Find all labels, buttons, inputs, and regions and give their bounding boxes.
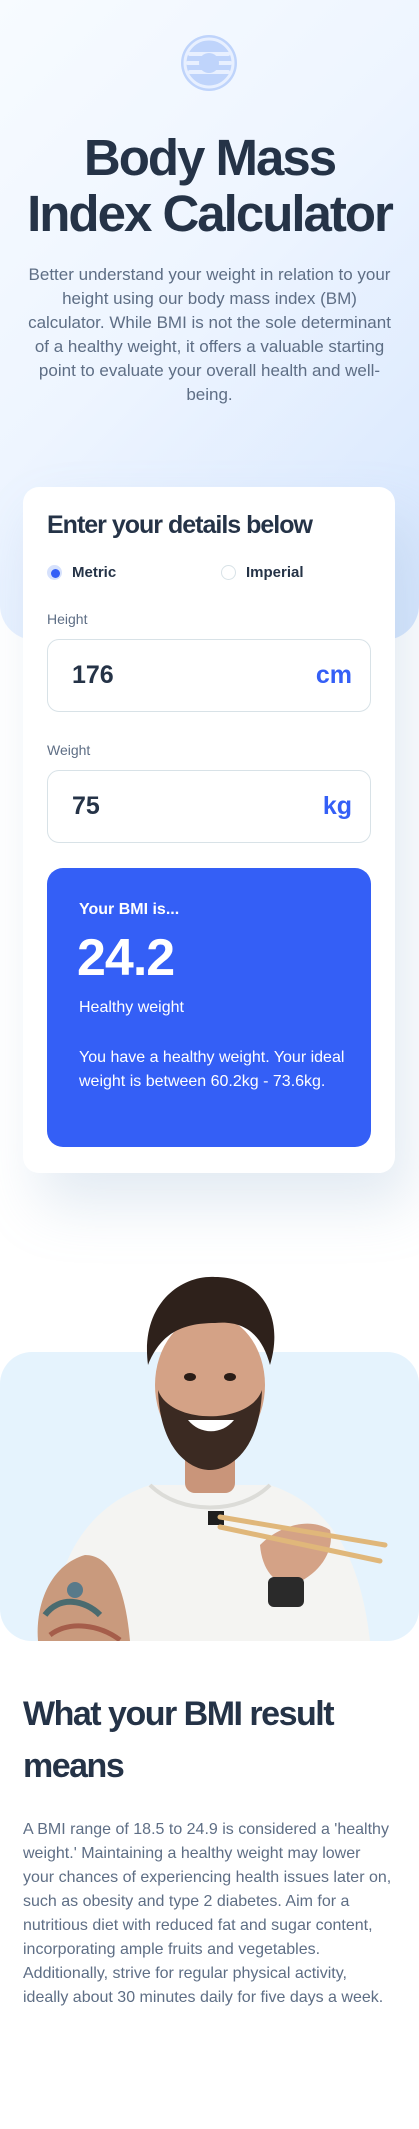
metric-radio-button[interactable] — [47, 565, 62, 580]
height-input[interactable]: 176 cm — [47, 639, 371, 712]
hero-description: Better understand your weight in relatio… — [28, 265, 391, 404]
bmi-result-panel: Your BMI is... 24.2 Healthy weight You h… — [47, 868, 371, 1147]
bmi-meaning-text: A BMI range of 18.5 to 24.9 is considere… — [23, 1821, 392, 2006]
result-description: You have a healthy weight. Your ideal we… — [79, 1049, 345, 1090]
weight-value: 75 — [72, 792, 100, 820]
weight-unit: kg — [322, 792, 352, 820]
weight-label: Weight — [47, 742, 91, 758]
page-title: Body Mass Index Calculator — [27, 129, 394, 242]
bmi-logo-icon — [181, 35, 237, 91]
man-eating-with-chopsticks-image — [37, 1276, 388, 1641]
height-label: Height — [47, 611, 88, 627]
height-value: 176 — [72, 661, 114, 689]
imperial-radio-label: Imperial — [246, 564, 304, 581]
weight-input[interactable]: 75 kg — [47, 770, 371, 843]
imperial-radio[interactable]: Imperial — [221, 564, 304, 581]
metric-radio[interactable]: Metric — [47, 564, 116, 581]
bmi-calculator-card: Enter your details below Metric Imperial… — [23, 487, 395, 1173]
imperial-radio-button[interactable] — [221, 565, 236, 580]
bmi-classification: Healthy weight — [79, 999, 184, 1016]
height-unit: cm — [315, 661, 352, 689]
result-heading: Your BMI is... — [79, 901, 180, 918]
bmi-meaning-title: What your BMI result means — [23, 1695, 335, 1785]
metric-radio-label: Metric — [72, 564, 117, 581]
form-title: Enter your details below — [47, 511, 313, 539]
bmi-value: 24.2 — [77, 929, 175, 987]
